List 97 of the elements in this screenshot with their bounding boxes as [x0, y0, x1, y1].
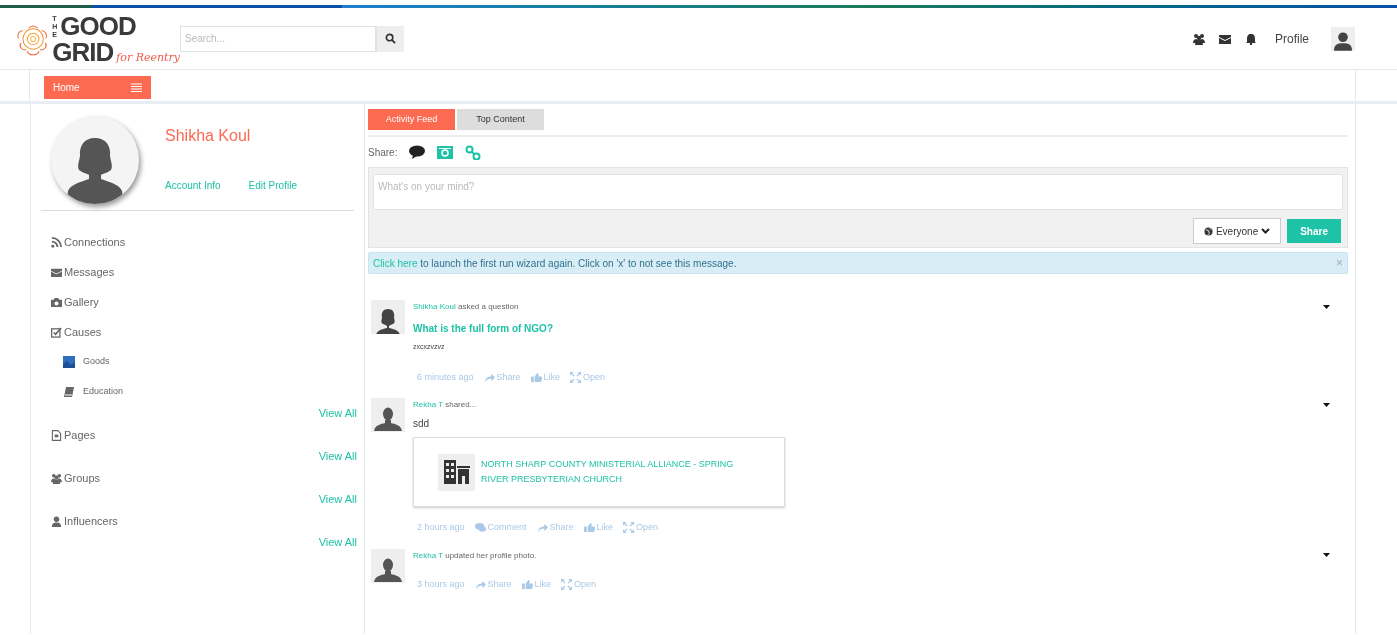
sidebar-item[interactable]: Pages — [51, 420, 96, 450]
view-all-link[interactable]: View All — [318, 448, 357, 463]
sidebar-item[interactable]: Messages — [51, 257, 115, 287]
timestamp: 2 hours ago — [417, 521, 465, 534]
link-card[interactable]: NORTH SHARP COUNTY MINISTERIAL ALLIANCE - SPRING RIVER PRESBYTERIAN CHURCH — [413, 437, 785, 507]
view-all-link[interactable]: View All — [318, 491, 357, 506]
open-link[interactable]: Open — [623, 521, 659, 535]
link-icon — [465, 144, 482, 160]
speech-bubble-icon — [409, 144, 426, 160]
share-label: Share: — [368, 145, 398, 160]
link-card-title: NORTH SHARP COUNTY MINISTERIAL ALLIANCE - SPRING RIVER PRESBYTERIAN CHURCH — [481, 458, 735, 486]
share-link[interactable]: Share — [483, 370, 521, 384]
tab[interactable]: Activity Feed — [368, 109, 455, 130]
user-link[interactable]: Shikha Koul — [413, 302, 456, 311]
close-button[interactable]: × — [1336, 257, 1343, 269]
tab[interactable]: Top Content — [457, 109, 544, 130]
open-link[interactable]: Open — [570, 370, 606, 384]
caret-down-icon — [1323, 304, 1330, 309]
comments-icon — [474, 522, 486, 534]
profile-name: Shikha Koul — [165, 126, 252, 146]
sidebar-subitem[interactable]: Goods — [63, 347, 110, 377]
camera-icon — [51, 296, 62, 308]
thumbs-up-icon — [583, 522, 595, 534]
post-field[interactable]: What's on your mind? — [373, 174, 1343, 210]
search-icon — [385, 33, 396, 44]
open-link[interactable]: Open — [561, 577, 597, 591]
sidebar-item[interactable]: Connections — [51, 227, 126, 257]
logo-tagline: for Reentry — [116, 51, 180, 63]
caret-down-icon — [1323, 402, 1330, 407]
like-link[interactable]: Like — [583, 521, 614, 535]
dropdown-button[interactable] — [1323, 402, 1330, 407]
people-icon — [51, 472, 62, 484]
building-icon — [443, 460, 470, 484]
share-status-button[interactable] — [409, 144, 426, 160]
logo-text: GOOD — [60, 12, 136, 39]
dropdown-button[interactable] — [1323, 304, 1330, 309]
bell-icon — [1245, 32, 1257, 45]
envelope-icon — [1219, 32, 1231, 45]
search-field[interactable]: Search... — [180, 25, 376, 52]
comment-link[interactable]: Comment — [474, 521, 527, 535]
expand-icon — [623, 522, 635, 534]
bell-button[interactable] — [1245, 32, 1257, 45]
globe-icon — [1203, 226, 1213, 236]
share-link[interactable]: Share — [536, 521, 574, 535]
caret-down-icon — [1323, 553, 1330, 557]
activity-text: Rekha T shared... — [413, 399, 477, 411]
audience-dropdown[interactable]: Everyone — [1192, 218, 1282, 244]
book-icon — [63, 386, 75, 398]
dropdown-button[interactable] — [1323, 553, 1330, 557]
sidebar-item[interactable]: Influencers — [51, 506, 118, 536]
profile-link[interactable]: Edit Profile — [248, 178, 297, 193]
chevron-down-icon — [1261, 228, 1271, 234]
expand-icon — [561, 578, 573, 590]
timestamp: 6 minutes ago — [417, 370, 474, 384]
sidebar-item[interactable]: Groups — [51, 463, 101, 493]
camera-icon — [437, 144, 454, 160]
share-button[interactable]: Share — [1287, 219, 1341, 243]
share-link[interactable]: Share — [474, 577, 512, 591]
view-all-link[interactable]: View All — [318, 405, 357, 420]
checkbox-icon — [51, 326, 62, 338]
search-button[interactable] — [376, 25, 404, 52]
profile-link[interactable]: Profile — [1275, 29, 1309, 48]
expand-icon — [570, 371, 582, 383]
share-arrow-icon — [483, 371, 495, 383]
profile-avatar-button[interactable] — [1331, 26, 1355, 51]
user-link[interactable]: Rekha T — [413, 400, 443, 409]
profile-link[interactable]: Account Info — [165, 178, 221, 193]
share-arrow-icon — [536, 522, 548, 534]
logo-text: GRID — [52, 38, 114, 65]
thumbs-up-icon — [530, 371, 542, 383]
like-link[interactable]: Like — [521, 577, 552, 591]
image-icon — [63, 356, 75, 368]
thumbs-up-icon — [521, 578, 533, 590]
post-text: sdd — [413, 417, 431, 431]
user-link[interactable]: Rekha T — [413, 550, 443, 560]
like-link[interactable]: Like — [530, 370, 561, 384]
question-link[interactable]: What is the full form of NGO? — [413, 321, 1332, 336]
sidebar-subitem[interactable]: Education — [63, 377, 124, 407]
user-icon — [1334, 30, 1352, 51]
sidebar-item[interactable]: Causes — [51, 317, 102, 347]
mail-button[interactable] — [1219, 32, 1231, 45]
share-arrow-icon — [474, 578, 486, 590]
notice-message: Click here to launch the first run wizard again. Click on 'x' to not see this message. — [373, 256, 738, 271]
people-button[interactable] — [1193, 32, 1205, 45]
rss-icon — [51, 236, 62, 248]
page-icon — [51, 429, 62, 441]
activity-text: Rekha T updated her profile photo. — [413, 549, 537, 562]
menu-icon — [131, 83, 142, 92]
view-all-link[interactable]: View All — [318, 534, 357, 549]
wizard-link[interactable]: Click here — [373, 257, 418, 269]
activity-text: Shikha Koul asked a question — [413, 301, 519, 313]
timestamp: 3 hours ago — [417, 577, 465, 591]
home-button[interactable]: Home — [44, 76, 151, 99]
envelope-icon — [51, 266, 62, 278]
user-icon — [51, 515, 62, 527]
people-icon — [1193, 32, 1205, 45]
sidebar-item[interactable]: Gallery — [51, 287, 99, 317]
